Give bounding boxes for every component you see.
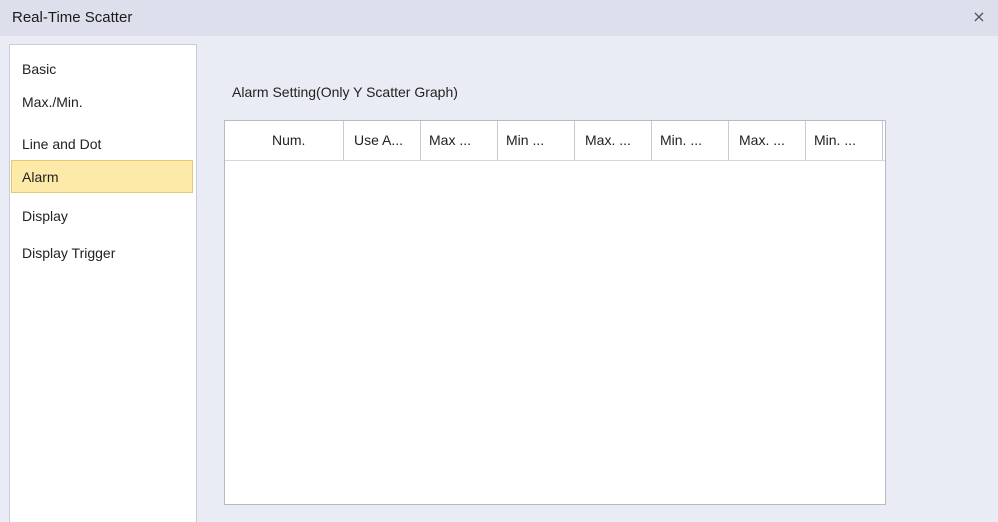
dialog-window: Real-Time Scatter × Basic Max./Min. Line… — [0, 0, 998, 522]
column-header-max-3[interactable]: Max. ... — [729, 121, 806, 160]
column-header-max-2[interactable]: Max. ... — [575, 121, 652, 160]
close-icon: × — [972, 7, 986, 26]
grid-header: Num. Use A... Max ... Min ... Max. ... M… — [225, 121, 885, 161]
sidebar-item-display-trigger[interactable]: Display Trigger — [11, 236, 193, 269]
title-bar: Real-Time Scatter × — [0, 0, 998, 36]
alarm-settings-grid[interactable]: Num. Use A... Max ... Min ... Max. ... M… — [224, 120, 886, 505]
column-header-min-2[interactable]: Min. ... — [652, 121, 729, 160]
section-label: Alarm Setting(Only Y Scatter Graph) — [232, 84, 458, 100]
column-header-min-3[interactable]: Min. ... — [806, 121, 883, 160]
sidebar-item-display[interactable]: Display — [11, 199, 193, 232]
column-header-min-1[interactable]: Min ... — [498, 121, 575, 160]
column-header-max-1[interactable]: Max ... — [421, 121, 498, 160]
sidebar-item-line-and-dot[interactable]: Line and Dot — [11, 127, 193, 160]
sidebar-item-alarm[interactable]: Alarm — [11, 160, 193, 193]
category-list: Basic Max./Min. Line and Dot Alarm Displ… — [9, 44, 197, 522]
sidebar-item-max-min[interactable]: Max./Min. — [11, 85, 193, 118]
column-header-num[interactable]: Num. — [225, 121, 344, 160]
window-title: Real-Time Scatter — [12, 9, 133, 26]
close-button[interactable]: × — [968, 6, 990, 28]
sidebar-item-basic[interactable]: Basic — [11, 52, 193, 85]
column-header-use-alarm[interactable]: Use A... — [344, 121, 421, 160]
